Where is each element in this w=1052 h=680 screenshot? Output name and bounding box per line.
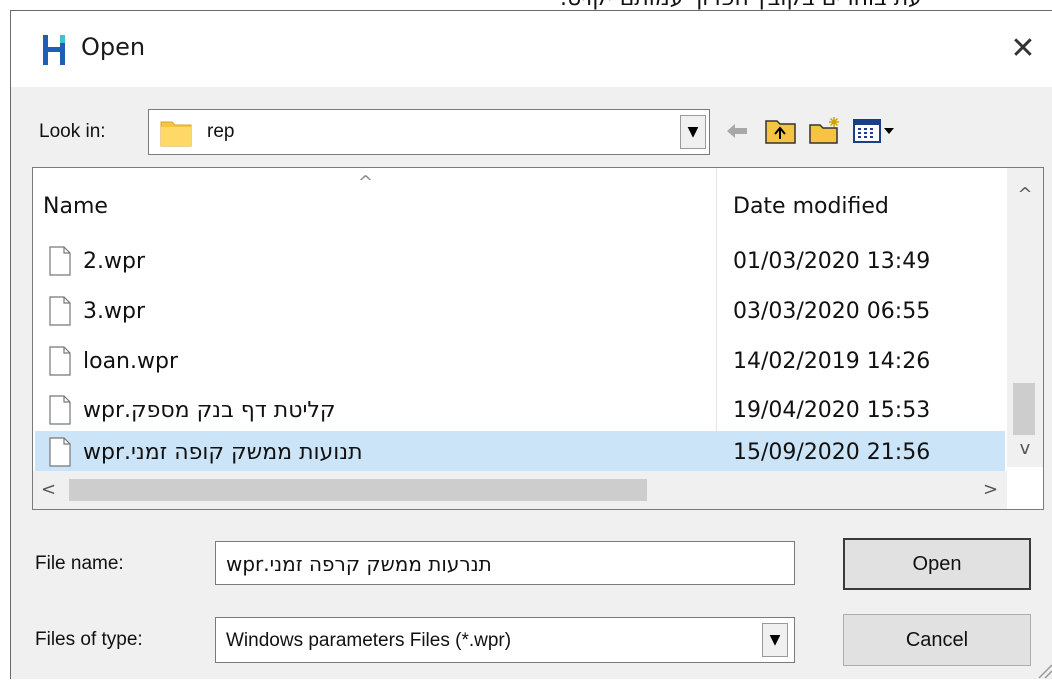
files-of-type-dropdown[interactable]: Windows parameters Files (*.wpr) ▼: [215, 617, 795, 663]
file-date: 14/02/2019 14:26: [733, 349, 931, 374]
up-folder-icon[interactable]: [763, 115, 799, 147]
file-name-input[interactable]: תנרעות ממשק קרפה זמני.wpr: [215, 541, 795, 585]
close-icon: ✕: [1010, 31, 1036, 66]
scroll-left-icon[interactable]: <: [41, 479, 56, 500]
file-date: 03/03/2020 06:55: [733, 299, 931, 324]
file-name-label: File name:: [35, 553, 124, 574]
files-of-type-label: Files of type:: [35, 629, 143, 650]
scroll-up-icon[interactable]: ^: [1007, 184, 1043, 205]
file-name: תנועות ממשק קופה זמני.wpr: [83, 440, 363, 465]
file-name: קליטת דף בנק מספק.wpr: [83, 398, 336, 423]
look-in-value: rep: [207, 121, 235, 142]
dialog-title: Open: [81, 33, 146, 61]
file-date: 01/03/2020 13:49: [733, 249, 931, 274]
file-icon: [49, 395, 71, 425]
file-date: 15/09/2020 21:56: [733, 440, 931, 465]
vertical-scrollbar[interactable]: ^ v: [1007, 168, 1043, 467]
file-icon: [49, 246, 71, 276]
resize-grip-icon[interactable]: [1035, 661, 1052, 680]
files-of-type-dropdown-button[interactable]: ▼: [762, 623, 788, 657]
look-in-dropdown-button[interactable]: ▼: [680, 115, 706, 149]
cancel-button[interactable]: Cancel: [843, 614, 1031, 666]
file-name: 2.wpr: [83, 249, 145, 274]
horizontal-scrollbar[interactable]: < >: [33, 471, 1007, 509]
file-list[interactable]: ^ Name Date modified 2.wpr 01/03/2020 13…: [32, 167, 1044, 510]
file-row[interactable]: קליטת דף בנק מספק.wpr 19/04/2020 15:53: [35, 389, 1005, 435]
column-header-date-modified[interactable]: Date modified: [733, 194, 889, 219]
column-header-name[interactable]: Name: [43, 194, 108, 219]
new-folder-icon[interactable]: [807, 115, 843, 147]
file-name-input-value: תנרעות ממשק קרפה זמני.wpr: [226, 552, 492, 576]
view-menu-icon[interactable]: [851, 115, 899, 147]
sort-indicator-icon: ^: [358, 172, 374, 193]
file-icon: [49, 346, 71, 376]
chevron-down-icon: ▼: [687, 124, 699, 140]
file-date: 19/04/2020 15:53: [733, 398, 931, 423]
scroll-right-icon[interactable]: >: [983, 479, 998, 500]
look-in-dropdown[interactable]: rep ▼: [148, 109, 710, 155]
file-row[interactable]: 3.wpr 03/03/2020 06:55: [35, 290, 1005, 336]
background-document-text: עת בוחרים בקובץ הפרוך עמותם יקויט.: [560, 0, 1040, 10]
file-name: loan.wpr: [83, 349, 178, 374]
file-icon: [49, 437, 71, 467]
close-button[interactable]: ✕: [1005, 31, 1041, 67]
look-in-label: Look in:: [39, 121, 106, 142]
title-bar: Open ✕: [11, 11, 1052, 87]
chevron-down-icon: ▼: [769, 632, 781, 648]
file-icon: [49, 296, 71, 326]
app-logo-icon: [43, 35, 65, 65]
open-dialog: Open ✕ Look in: rep ▼ ^ Name Date modifi…: [10, 10, 1052, 679]
files-of-type-value: Windows parameters Files (*.wpr): [226, 630, 512, 651]
open-button[interactable]: Open: [843, 538, 1031, 590]
horizontal-scrollbar-thumb[interactable]: [69, 479, 647, 501]
file-row[interactable]: 2.wpr 01/03/2020 13:49: [35, 240, 1005, 286]
back-arrow-icon[interactable]: [719, 115, 755, 147]
vertical-scrollbar-thumb[interactable]: [1013, 383, 1035, 435]
folder-icon: [160, 121, 192, 147]
scroll-down-icon[interactable]: v: [1007, 438, 1043, 459]
file-row[interactable]: loan.wpr 14/02/2019 14:26: [35, 340, 1005, 386]
file-name: 3.wpr: [83, 299, 145, 324]
